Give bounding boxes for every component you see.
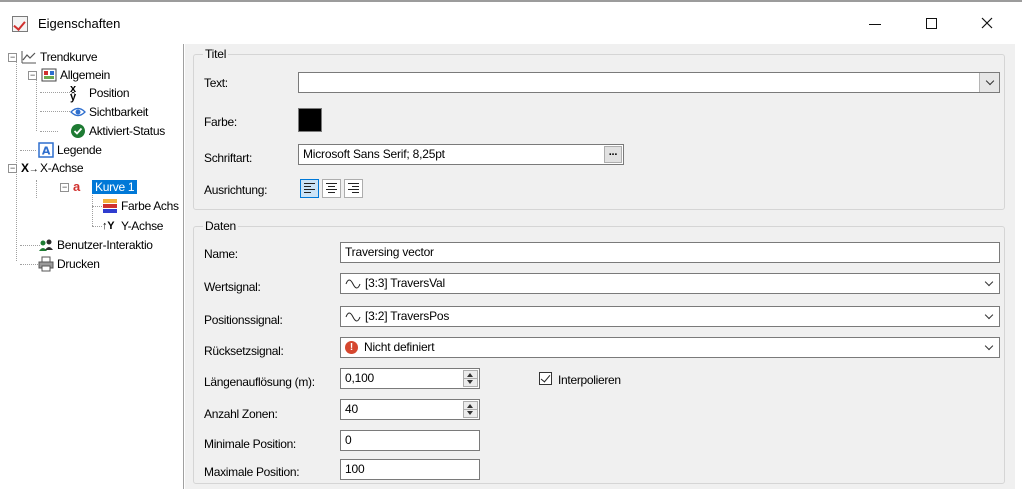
color-bars-icon [103, 199, 117, 213]
collapse-toggle[interactable]: − [60, 182, 69, 192]
daten-group-legend: Daten [203, 219, 239, 233]
xy-position-icon: xŷ [70, 83, 76, 103]
tree-item-benutzer[interactable]: Benutzer-Interaktio [38, 236, 153, 254]
spin-divider [463, 378, 478, 379]
maximale-position-input[interactable]: 100 [340, 459, 480, 480]
tree-item-trendkurve[interactable]: − Trendkurve [8, 48, 98, 66]
tree-line [40, 131, 58, 132]
minimale-position-input[interactable]: 0 [340, 430, 480, 451]
properties-app-icon [12, 16, 28, 32]
minimize-button[interactable] [852, 2, 898, 44]
combo-dropdown-button[interactable] [979, 338, 999, 357]
title-text-combo[interactable] [298, 72, 1000, 93]
schriftart-label: Schriftart: [204, 151, 253, 165]
font-field[interactable]: Microsoft Sans Serif; 8,25pt ... [298, 144, 624, 165]
tree-item-allgemein[interactable]: − Allgemein [28, 66, 110, 84]
font-picker-button[interactable]: ... [604, 146, 622, 163]
collapse-toggle[interactable]: − [8, 52, 17, 62]
property-tree: − Trendkurve − Allgemein xŷ Position Sic… [4, 44, 184, 489]
checkmark-circle-icon [71, 124, 85, 138]
daten-group: Daten Name: Traversing vector Wertsignal… [193, 219, 1005, 484]
signal-wave-icon [345, 279, 361, 289]
collapse-toggle[interactable]: − [8, 163, 17, 173]
tree-item-xachse[interactable]: − X→ X-Achse [8, 159, 84, 177]
align-right-button[interactable] [344, 179, 363, 198]
titel-group: Titel Text: Farbe: Schriftart: Microsoft… [193, 47, 1005, 210]
tree-line [20, 264, 40, 265]
tree-line [92, 226, 102, 227]
general-settings-icon [41, 68, 57, 82]
tree-item-aktiviert[interactable]: Aktiviert-Status [70, 122, 165, 140]
align-left-button[interactable] [300, 179, 319, 198]
name-input[interactable]: Traversing vector [340, 242, 1000, 263]
laengenaufloesung-spinner[interactable]: 0,100 [340, 368, 480, 389]
positionssignal-select[interactable]: [3:2] TraversPos [340, 306, 1000, 327]
positionssignal-label: Positionssignal: [204, 313, 283, 327]
spin-divider [463, 409, 478, 410]
close-icon [981, 17, 993, 29]
maximize-button[interactable] [908, 2, 954, 44]
minimale-position-label: Minimale Position: [204, 437, 296, 451]
tree-line [36, 78, 37, 131]
minimize-icon [869, 24, 881, 25]
legend-a-icon: A [38, 142, 54, 158]
chevron-down-icon [984, 310, 994, 319]
properties-panel: Titel Text: Farbe: Schriftart: Microsoft… [185, 44, 1015, 489]
tree-item-drucken[interactable]: Drucken [38, 255, 100, 273]
tree-line [20, 150, 36, 151]
tree-item-yachse[interactable]: ↑Y Y-Achse [102, 217, 163, 235]
window-title: Eigenschaften [38, 16, 121, 31]
tree-line [20, 245, 40, 246]
tree-item-farbe-achse[interactable]: Farbe Achs [102, 197, 179, 215]
combo-dropdown-button[interactable] [979, 274, 999, 293]
tree-item-sichtbarkeit[interactable]: Sichtbarkeit [70, 103, 148, 121]
text-label: Text: [204, 76, 228, 90]
wertsignal-select[interactable]: [3:3] TraversVal [340, 273, 1000, 294]
tree-line [36, 180, 37, 198]
ruecksetzsignal-select[interactable]: ! Nicht definiert [340, 337, 1000, 358]
tree-item-legende[interactable]: A Legende [38, 141, 102, 159]
chevron-down-icon [984, 277, 994, 286]
align-center-button[interactable] [322, 179, 341, 198]
anzahl-zonen-spinner[interactable]: 40 [340, 399, 480, 420]
signal-wave-icon [345, 312, 361, 322]
tree-line [92, 206, 102, 207]
interpolieren-label[interactable]: Interpolieren [558, 373, 621, 387]
maximize-icon [925, 17, 937, 29]
trend-chart-icon [21, 51, 36, 64]
title-color-swatch[interactable] [298, 108, 322, 132]
curve-icon: a [73, 179, 80, 194]
interpolieren-checkbox[interactable] [539, 372, 552, 385]
ruecksetzsignal-label: Rücksetzsignal: [204, 344, 284, 358]
close-button[interactable] [964, 2, 1010, 44]
wertsignal-label: Wertsignal: [204, 280, 261, 294]
ausrichtung-label: Ausrichtung: [204, 183, 268, 197]
warning-icon: ! [345, 341, 358, 355]
combo-dropdown-button[interactable] [979, 307, 999, 326]
chevron-down-icon [984, 341, 994, 350]
tree-line [40, 111, 70, 112]
title-bar: Eigenschaften [0, 2, 1022, 44]
chevron-down-icon [985, 76, 994, 85]
titel-group-legend: Titel [203, 47, 229, 61]
collapse-toggle[interactable]: − [28, 70, 37, 80]
tree-line [40, 92, 70, 93]
y-axis-icon: ↑Y [102, 220, 115, 232]
farbe-label: Farbe: [204, 115, 237, 129]
maximale-position-label: Maximale Position: [204, 465, 300, 479]
tree-item-kurve1[interactable]: − a Kurve 1 [60, 178, 138, 196]
anzahl-zonen-label: Anzahl Zonen: [204, 407, 278, 421]
x-axis-icon: X→ [21, 161, 39, 175]
combo-dropdown-button[interactable] [979, 73, 999, 92]
printer-icon [38, 256, 54, 272]
laengenaufloesung-label: Längenauflösung (m): [204, 375, 315, 389]
svg-text:A: A [42, 145, 51, 158]
users-icon [39, 239, 53, 251]
eye-icon [70, 107, 86, 117]
tree-item-position[interactable]: xŷ Position [70, 83, 130, 103]
name-label: Name: [204, 247, 238, 261]
